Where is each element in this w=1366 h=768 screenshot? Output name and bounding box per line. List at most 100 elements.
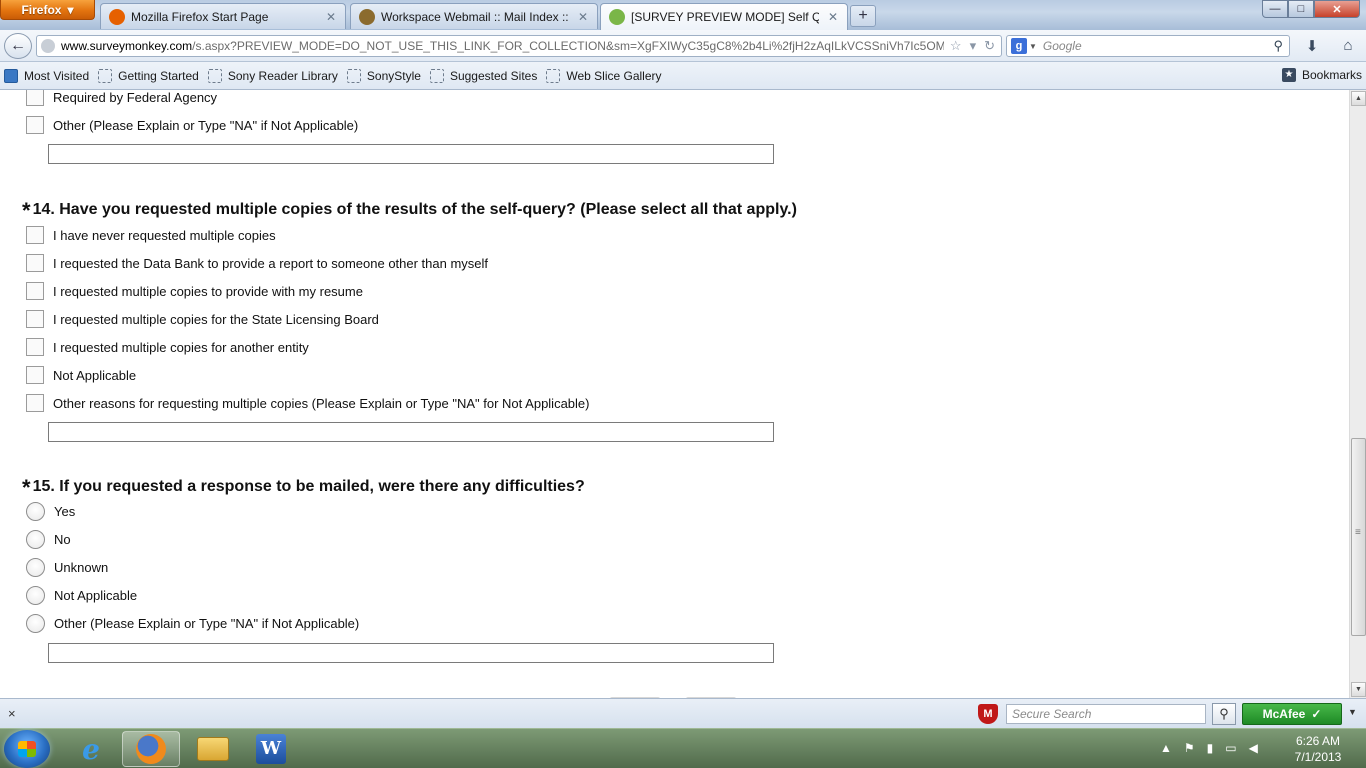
site-identity-icon[interactable] [41, 39, 55, 53]
taskbar-word[interactable]: W [242, 731, 300, 767]
secure-search-button[interactable]: ⚲ [1212, 703, 1236, 725]
search-engine-dropdown-icon[interactable]: ▼ [1029, 42, 1037, 51]
question-text: 15. If you requested a response to be ma… [32, 478, 585, 495]
vertical-scrollbar[interactable]: ▲ ▼ [1349, 90, 1366, 698]
taskbar-explorer[interactable] [184, 731, 242, 767]
bookmark-getting-started[interactable]: Getting Started [98, 68, 199, 83]
q15-option[interactable]: No [26, 530, 71, 549]
required-star: * [22, 198, 31, 223]
checkbox[interactable] [26, 226, 44, 244]
option-label: Not Applicable [54, 588, 138, 603]
close-tab-icon[interactable]: ✕ [575, 10, 591, 24]
question-14-title: * 14. Have you requested multiple copies… [22, 194, 797, 223]
bookmark-star-icon[interactable]: ☆ [950, 38, 962, 54]
option-label: I requested multiple copies to provide w… [53, 283, 363, 299]
search-input[interactable]: Google [1043, 39, 1274, 53]
checkbox[interactable] [26, 282, 44, 300]
close-tab-icon[interactable]: ✕ [825, 10, 841, 24]
q15-other-input[interactable] [48, 643, 774, 663]
bookmarks-menu-button[interactable]: ★ Bookmarks [1281, 68, 1362, 82]
taskbar-internet-explorer[interactable]: e [62, 731, 120, 767]
bookmark-most-visited[interactable]: Most Visited [4, 68, 89, 83]
maximize-button[interactable]: □ [1288, 0, 1314, 18]
mcafee-shield-icon[interactable]: M [978, 704, 998, 724]
radio-button[interactable] [26, 558, 45, 577]
other-explain-input[interactable] [48, 144, 774, 164]
scroll-down-icon[interactable]: ▼ [1351, 682, 1366, 697]
search-bar[interactable]: g ▼ Google ⚲ [1006, 35, 1290, 57]
close-tab-icon[interactable]: ✕ [323, 10, 339, 24]
bookmark-page-icon [429, 68, 444, 83]
bookmark-page-icon [207, 68, 222, 83]
option-label: I requested the Data Bank to provide a r… [53, 255, 489, 271]
show-hidden-icons-icon[interactable]: ▲ [1160, 741, 1172, 755]
tab-firefox-start[interactable]: Mozilla Firefox Start Page ✕ [100, 3, 346, 29]
q14-option[interactable]: I have never requested multiple copies [26, 226, 276, 244]
checkbox-option[interactable]: Other (Please Explain or Type "NA" if No… [26, 116, 358, 134]
taskbar-firefox[interactable] [122, 731, 180, 767]
q14-option[interactable]: I requested multiple copies to provide w… [26, 282, 363, 300]
option-label: Other reasons for requesting multiple co… [53, 395, 590, 411]
bookmark-sony-reader-library[interactable]: Sony Reader Library [207, 68, 338, 83]
q15-option[interactable]: Other (Please Explain or Type "NA" if No… [26, 614, 359, 633]
close-window-button[interactable]: ✕ [1314, 0, 1360, 18]
q14-option[interactable]: I requested multiple copies for the Stat… [26, 310, 379, 328]
q14-option[interactable]: Not Applicable [26, 366, 136, 384]
q14-option[interactable]: I requested the Data Bank to provide a r… [26, 254, 488, 272]
search-icon[interactable]: ⚲ [1273, 38, 1283, 54]
tab-label: Mozilla Firefox Start Page [131, 9, 269, 24]
navigation-bar: ← www.surveymonkey.com /s.aspx?PREVIEW_M… [0, 30, 1366, 62]
volume-icon[interactable]: ◀ [1249, 741, 1258, 755]
back-button[interactable]: ← [4, 33, 32, 59]
checkbox[interactable] [26, 394, 44, 412]
scrollbar-thumb[interactable] [1351, 438, 1366, 636]
mcafee-dropdown-icon[interactable]: ▼ [1348, 707, 1357, 717]
radio-button[interactable] [26, 586, 45, 605]
downloads-icon[interactable]: ⬇ [1302, 37, 1322, 55]
minimize-button[interactable]: — [1262, 0, 1288, 18]
tab-webmail[interactable]: Workspace Webmail :: Mail Index :: Se...… [350, 3, 598, 29]
firefox-menu-button[interactable]: Firefox ▾ [0, 0, 95, 20]
bookmark-suggested-sites[interactable]: Suggested Sites [429, 68, 537, 83]
home-icon[interactable]: ⌂ [1338, 37, 1358, 55]
reload-icon[interactable]: ↻ [984, 38, 995, 54]
most-visited-icon [4, 68, 18, 83]
history-dropdown-icon[interactable]: ▾ [970, 38, 977, 54]
q15-option[interactable]: Unknown [26, 558, 108, 577]
google-icon[interactable]: g [1011, 38, 1027, 54]
checkbox-option[interactable]: Required by Federal Agency [26, 90, 217, 106]
checkbox[interactable] [26, 338, 44, 356]
start-button[interactable] [4, 730, 50, 768]
clock[interactable]: 6:26 AM 7/1/2013 [1288, 733, 1348, 765]
checkbox[interactable] [26, 366, 44, 384]
mcafee-button[interactable]: McAfee ✓ [1242, 703, 1342, 725]
bookmark-page-icon [346, 68, 361, 83]
address-bar[interactable]: www.surveymonkey.com /s.aspx?PREVIEW_MOD… [36, 35, 1002, 57]
q14-option[interactable]: I requested multiple copies for another … [26, 338, 309, 356]
scroll-up-icon[interactable]: ▲ [1351, 91, 1366, 106]
system-tray: ▲ ⚑ ▮ ▭ ◀ [1160, 741, 1258, 755]
new-tab-button[interactable]: + [850, 5, 876, 27]
radio-button[interactable] [26, 530, 45, 549]
action-center-flag-icon[interactable]: ⚑ [1184, 741, 1195, 755]
bookmark-sonystyle[interactable]: SonyStyle [346, 68, 421, 83]
secure-search-input[interactable]: Secure Search [1006, 704, 1206, 724]
page-content: Required by Federal Agency Other (Please… [0, 90, 1349, 698]
q14-option[interactable]: Other reasons for requesting multiple co… [26, 394, 589, 412]
network-icon[interactable]: ▭ [1225, 741, 1236, 755]
checkbox[interactable] [26, 254, 44, 272]
option-label: Required by Federal Agency [53, 90, 218, 105]
radio-button[interactable] [26, 614, 45, 633]
checkbox[interactable] [26, 116, 44, 134]
checkbox[interactable] [26, 90, 44, 106]
checkbox[interactable] [26, 310, 44, 328]
q14-other-input[interactable] [48, 422, 774, 442]
question-15-title: * 15. If you requested a response to be … [22, 471, 585, 500]
bookmark-web-slice-gallery[interactable]: Web Slice Gallery [546, 68, 662, 83]
q15-option[interactable]: Yes [26, 502, 75, 521]
close-addon-bar-icon[interactable]: × [8, 706, 16, 721]
device-icon[interactable]: ▮ [1207, 741, 1214, 755]
tab-survey-preview[interactable]: [SURVEY PREVIEW MODE] Self Query ... ✕ [600, 3, 848, 30]
q15-option[interactable]: Not Applicable [26, 586, 137, 605]
radio-button[interactable] [26, 502, 45, 521]
